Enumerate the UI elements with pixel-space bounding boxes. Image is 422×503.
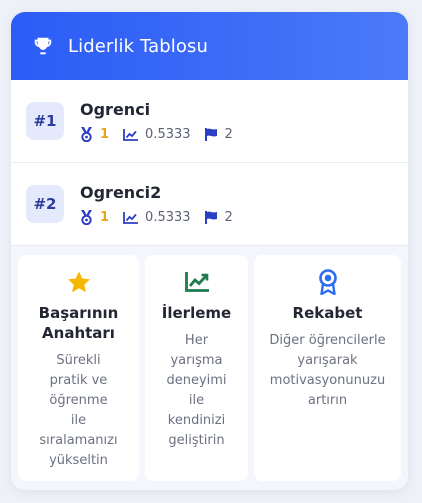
medal-count: 1: [100, 210, 110, 225]
rank-badge: #1: [26, 102, 64, 140]
page-title: Liderlik Tablosu: [68, 35, 208, 57]
student-name: Ogrenci2: [80, 183, 162, 202]
medal-stat: 1: [80, 127, 109, 142]
medal-icon: [81, 127, 92, 142]
chart-line-icon: [184, 269, 210, 295]
tip-text: Sürekli pratik ve öğrenme ile sıralamanı…: [39, 353, 118, 468]
tip-card-competition: Rekabet Diğer öğrencilerle yarışarak mot…: [254, 255, 401, 481]
rank-badge: #2: [26, 185, 64, 223]
tips-section: Başarının Anahtarı Sürekli pratik ve öğr…: [11, 246, 408, 490]
score-value: 0.5333: [145, 210, 191, 225]
medal-stat: 1: [80, 210, 109, 225]
score-stat: 0.5333: [123, 127, 191, 142]
chart-line-icon: [123, 211, 139, 224]
flag-stat: 2: [204, 210, 233, 225]
tip-card-success: Başarının Anahtarı Sürekli pratik ve öğr…: [18, 255, 139, 481]
chart-line-icon: [123, 128, 139, 141]
tip-text: Diğer öğrencilerle yarışarak motivasyonu…: [269, 333, 386, 408]
flag-count: 2: [224, 127, 233, 142]
star-icon: [66, 269, 92, 295]
flag-icon: [204, 128, 217, 141]
student-name: Ogrenci: [80, 100, 151, 119]
leaderboard-row[interactable]: #2 Ogrenci2 1 0.5333 2: [11, 163, 408, 246]
tip-title: İlerleme: [161, 304, 232, 322]
tip-text: Her yarışma deneyimi ile kendinizi geliş…: [166, 333, 227, 448]
tip-title: Başarının Anahtarı: [38, 304, 119, 342]
flag-icon: [204, 211, 217, 224]
score-value: 0.5333: [145, 127, 191, 142]
award-icon: [315, 269, 341, 295]
medal-icon: [81, 210, 92, 225]
leaderboard-row[interactable]: #1 Ogrenci 1 0.5333 2: [11, 80, 408, 163]
score-stat: 0.5333: [123, 210, 191, 225]
trophy-icon: [32, 35, 54, 57]
leaderboard-card: Liderlik Tablosu #1 Ogrenci 1 0.5333 2 #…: [11, 12, 408, 490]
flag-count: 2: [224, 210, 233, 225]
flag-stat: 2: [204, 127, 233, 142]
leaderboard-header: Liderlik Tablosu: [11, 12, 408, 80]
tip-card-progress: İlerleme Her yarışma deneyimi ile kendin…: [145, 255, 248, 481]
medal-count: 1: [100, 127, 110, 142]
tip-title: Rekabet: [292, 304, 363, 322]
